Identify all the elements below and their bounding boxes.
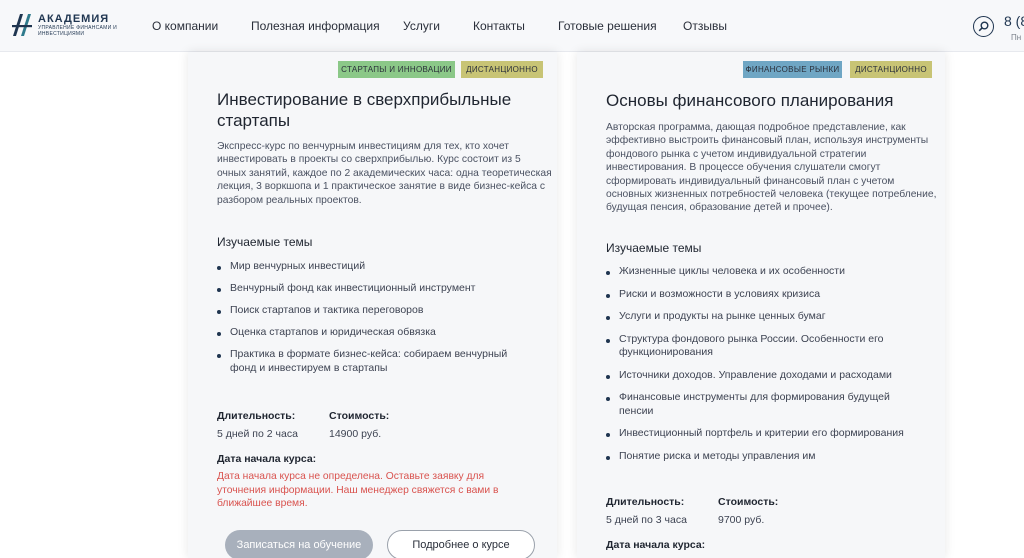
duration-label: Длительность:	[606, 496, 685, 508]
duration-label: Длительность:	[217, 410, 296, 422]
list-item: Практика в формате бизнес-кейса: собирае…	[217, 348, 527, 375]
list-item: Финансовые инструменты для формирования …	[606, 391, 916, 418]
phone-number[interactable]: 8 (8	[1004, 13, 1024, 29]
nav-item-solutions[interactable]: Готовые решения	[558, 19, 657, 33]
start-date-label: Дата начала курса:	[606, 539, 706, 551]
list-item: Риски и возможности в условиях кризиса	[606, 288, 916, 302]
nav-item-about[interactable]: О компании	[152, 19, 218, 33]
logo-title: АКАДЕМИЯ	[38, 13, 110, 25]
site-header: АКАДЕМИЯ управление финансами и инвестиц…	[0, 0, 1024, 52]
duration-value: 5 дней по 3 часа	[606, 514, 687, 526]
duration-value: 5 дней по 2 часа	[217, 428, 298, 440]
list-item: Инвестиционный портфель и критерии его ф…	[606, 427, 916, 441]
logo-icon	[11, 12, 33, 38]
list-item: Жизненные циклы человека и их особенност…	[606, 265, 916, 279]
topics-list: Жизненные циклы человека и их особенност…	[606, 265, 916, 463]
start-date-notice: Дата начала курса не определена. Оставьт…	[217, 471, 499, 509]
course-title: Основы финансового планирования	[606, 91, 894, 110]
search-icon	[978, 21, 989, 32]
list-item: Понятие риска и методы управления им	[606, 450, 916, 464]
topics-heading: Изучаемые темы	[217, 235, 313, 249]
price-value: 9700 руб.	[718, 514, 765, 526]
tag-startups[interactable]: СТАРТАПЫ И ИННОВАЦИИ	[338, 61, 455, 78]
course-card-startups: СТАРТАПЫ И ИННОВАЦИИ ДИСТАНЦИОННО Инвест…	[188, 52, 557, 558]
logo[interactable]: АКАДЕМИЯ управление финансами и инвестиц…	[11, 12, 120, 38]
price-label: Стоимость:	[329, 410, 390, 422]
course-title: Инвестирование в сверхприбыльные стартап…	[217, 90, 512, 130]
list-item: Услуги и продукты на рынке ценных бумаг	[606, 310, 916, 324]
start-date-label: Дата начала курса:	[217, 453, 317, 465]
tag-remote[interactable]: ДИСТАНЦИОННО	[850, 61, 932, 78]
search-button[interactable]	[973, 16, 994, 37]
course-description: Экспресс-курс по венчурным инвестициям д…	[217, 141, 552, 206]
working-hours: Пн	[1011, 33, 1022, 42]
list-item: Мир венчурных инвестиций	[217, 260, 527, 274]
list-item: Структура фондового рынка России. Особен…	[606, 333, 916, 360]
logo-subtitle: управление финансами и инвестициями	[38, 25, 118, 37]
enroll-button[interactable]: Записаться на обучение	[225, 530, 373, 558]
price-value: 14900 руб.	[329, 428, 382, 440]
list-item: Венчурный фонд как инвестиционный инстру…	[217, 282, 527, 296]
nav-item-contacts[interactable]: Контакты	[473, 19, 525, 33]
nav-item-useful-info[interactable]: Полезная информация	[251, 19, 380, 33]
course-card-financial-planning: ФИНАНСОВЫЕ РЫНКИ ДИСТАНЦИОННО Основы фин…	[577, 52, 945, 558]
course-details-button[interactable]: Подробнее о курсе	[387, 530, 535, 558]
course-description: Авторская программа, дающая подробное пр…	[606, 122, 937, 214]
topics-list: Мир венчурных инвестиций Венчурный фонд …	[217, 260, 527, 375]
topics-heading: Изучаемые темы	[606, 241, 702, 255]
list-item: Источники доходов. Управление доходами и…	[606, 369, 916, 383]
tag-remote[interactable]: ДИСТАНЦИОННО	[461, 61, 543, 78]
list-item: Оценка стартапов и юридическая обвязка	[217, 326, 527, 340]
list-item: Поиск стартапов и тактика переговоров	[217, 304, 527, 318]
price-label: Стоимость:	[718, 496, 779, 508]
nav-item-reviews[interactable]: Отзывы	[683, 19, 727, 33]
nav-item-services[interactable]: Услуги	[403, 19, 440, 33]
tag-financial-markets[interactable]: ФИНАНСОВЫЕ РЫНКИ	[743, 61, 842, 78]
